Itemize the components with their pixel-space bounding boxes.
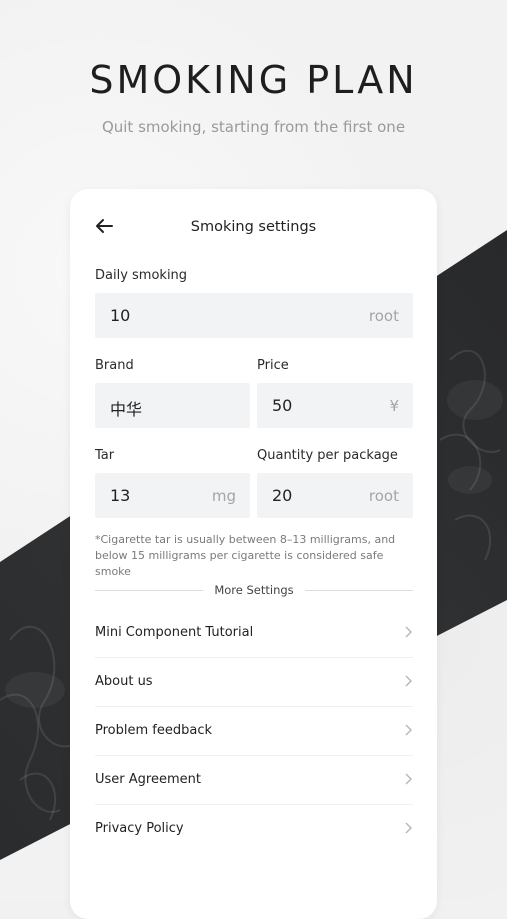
menu-item-label: User Agreement	[95, 772, 201, 787]
tar-note: *Cigarette tar is usually between 8–13 m…	[95, 533, 396, 578]
brand-input[interactable]: 中华	[95, 383, 250, 428]
chevron-right-icon	[405, 675, 412, 687]
daily-smoking-input[interactable]: 10 root	[95, 293, 413, 338]
quantity-label: Quantity per package	[257, 448, 398, 463]
price-unit: ¥	[389, 397, 399, 415]
menu-item-mini-component-tutorial[interactable]: Mini Component Tutorial	[95, 609, 413, 658]
quantity-unit: root	[368, 487, 399, 505]
settings-card: Smoking settings Daily smoking 10 root B…	[70, 189, 437, 919]
menu-item-privacy-policy[interactable]: Privacy Policy	[95, 805, 413, 853]
tar-label: Tar	[95, 448, 115, 463]
quantity-value: 20	[272, 486, 293, 505]
price-label: Price	[257, 358, 289, 373]
brand-value: 中华	[110, 400, 143, 419]
menu-item-label: Mini Component Tutorial	[95, 625, 254, 640]
daily-smoking-unit: root	[368, 307, 399, 325]
tar-value: 13	[110, 486, 131, 505]
daily-smoking-label: Daily smoking	[95, 268, 188, 283]
quantity-input[interactable]: 20 root	[257, 473, 413, 518]
brand-label: Brand	[95, 358, 134, 373]
menu-item-label: About us	[95, 674, 153, 689]
menu-item-label: Problem feedback	[95, 723, 212, 738]
menu-item-user-agreement[interactable]: User Agreement	[95, 756, 413, 805]
hero-subtitle: Quit smoking, starting from the first on…	[101, 118, 406, 136]
tar-unit: mg	[211, 487, 236, 505]
card-title: Smoking settings	[190, 219, 317, 235]
more-settings-label: More Settings	[214, 583, 294, 597]
more-settings-divider: More Settings	[95, 582, 413, 600]
chevron-right-icon	[405, 724, 412, 736]
settings-menu: Mini Component Tutorial About us Problem…	[95, 609, 413, 853]
menu-item-problem-feedback[interactable]: Problem feedback	[95, 707, 413, 756]
chevron-right-icon	[405, 822, 412, 834]
price-value: 50	[272, 396, 293, 415]
menu-item-label: Privacy Policy	[95, 821, 184, 836]
chevron-right-icon	[405, 773, 412, 785]
hero-title: SMOKING PLAN	[89, 58, 418, 102]
card-header: Smoking settings	[70, 189, 437, 267]
daily-smoking-value: 10	[110, 306, 131, 325]
tar-input[interactable]: 13 mg	[95, 473, 250, 518]
price-input[interactable]: 50 ¥	[257, 383, 413, 428]
chevron-right-icon	[405, 626, 412, 638]
menu-item-about-us[interactable]: About us	[95, 658, 413, 707]
